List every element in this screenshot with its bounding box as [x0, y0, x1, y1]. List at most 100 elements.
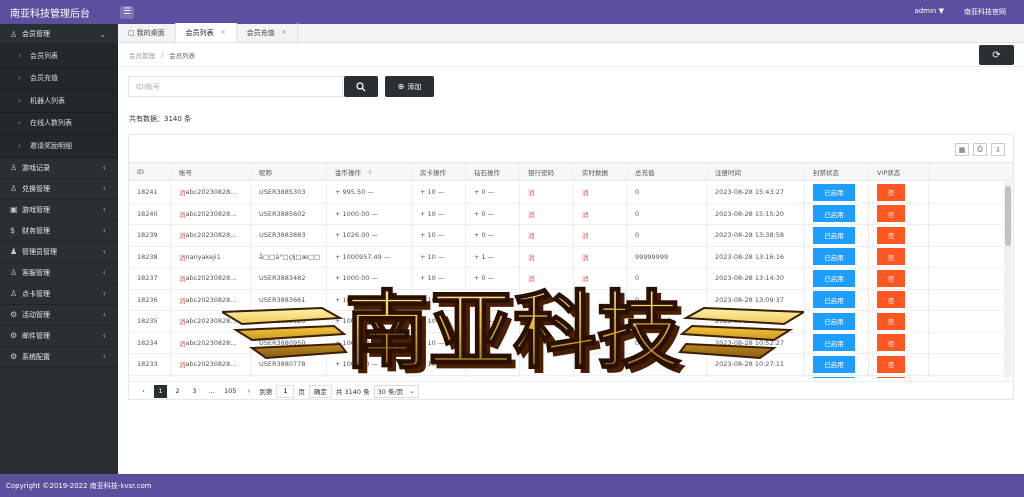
card-adjust[interactable]: + 10 — — [420, 360, 444, 368]
sidebar-group-0[interactable]: ♙ 会员管理 ⌄ — [0, 24, 118, 45]
vip-status-button[interactable]: 否 — [877, 291, 905, 309]
row-account[interactable]: abc20230828... — [186, 274, 237, 282]
tab-2[interactable]: 会员充值 ✕ — [237, 23, 298, 42]
gold-adjust[interactable]: + 1000.00 — — [335, 210, 378, 218]
page-button[interactable]: 3 — [188, 385, 201, 398]
refresh-button[interactable]: ⟳ — [979, 45, 1014, 65]
sidebar-group-3[interactable]: ▣ 游戏管理 ‹ — [0, 200, 118, 221]
vip-status-button[interactable]: 否 — [877, 205, 905, 223]
vip-status-button[interactable]: 否 — [877, 312, 905, 330]
card-adjust[interactable]: + 10 — — [420, 296, 444, 304]
card-adjust[interactable]: + 10 — — [420, 317, 444, 325]
sidebar-item[interactable]: › 在线人数列表 — [0, 112, 118, 135]
add-button[interactable]: ⊕ 添加 — [385, 76, 434, 97]
sidebar-item[interactable]: › 机器人列表 — [0, 90, 118, 113]
table-scrollbar[interactable] — [1004, 182, 1012, 378]
close-icon[interactable]: ✕ — [221, 29, 226, 36]
vip-status-button[interactable]: 否 — [877, 269, 905, 287]
realtime-data-link[interactable]: 消 — [582, 209, 589, 219]
diamond-adjust[interactable]: + 0 — — [474, 339, 494, 347]
search-input[interactable] — [128, 76, 343, 97]
diamond-adjust[interactable]: + 0 — — [474, 210, 494, 218]
sidebar-group-7[interactable]: ♙ 点卡管理 ‹ — [0, 284, 118, 305]
row-account[interactable]: abc20230828... — [186, 210, 237, 218]
ban-status-button[interactable]: 已启用 — [813, 334, 855, 352]
page-button[interactable]: 2 — [171, 385, 184, 398]
ban-status-button[interactable]: 已启用 — [813, 205, 855, 223]
sidebar-item[interactable]: › 会员列表 — [0, 45, 118, 68]
bank-password-link[interactable]: 消 — [528, 252, 535, 262]
gold-adjust[interactable]: + 1000.00 — — [335, 360, 378, 368]
sidebar-group-9[interactable]: ⚙ 邮件管理 ‹ — [0, 326, 118, 347]
realtime-data-link[interactable]: 消 — [582, 359, 589, 369]
print-icon[interactable]: ⎙ — [973, 143, 987, 156]
bank-password-link[interactable]: 消 — [528, 273, 535, 283]
realtime-data-link[interactable]: 消 — [582, 187, 589, 197]
ban-status-button[interactable]: 已启用 — [813, 291, 855, 309]
gold-adjust[interactable]: + 995.50 — — [335, 188, 374, 196]
scrollbar-thumb[interactable] — [1005, 186, 1011, 246]
sidebar-item[interactable]: › 邀请奖励明细 — [0, 135, 118, 158]
realtime-data-link[interactable]: 消 — [582, 338, 589, 348]
close-icon[interactable]: ✕ — [282, 29, 287, 36]
sidebar-group-5[interactable]: ♟ 管理员管理 ‹ — [0, 242, 118, 263]
realtime-data-link[interactable]: 消 — [582, 230, 589, 240]
user-menu[interactable]: admin ▼ — [914, 7, 944, 17]
ban-status-button[interactable]: 已启用 — [813, 226, 855, 244]
card-adjust[interactable]: + 10 — — [420, 274, 444, 282]
row-account[interactable]: abc20230828... — [186, 360, 237, 368]
realtime-data-link[interactable]: 消 — [582, 252, 589, 262]
card-adjust[interactable]: + 10 — — [420, 231, 444, 239]
vip-status-button[interactable]: 否 — [877, 334, 905, 352]
breadcrumb-item[interactable]: 会员管理 — [129, 50, 155, 60]
vip-status-button[interactable]: 否 — [877, 248, 905, 266]
ban-status-button[interactable]: 已启用 — [813, 355, 855, 373]
sidebar-group-1[interactable]: ♙ 游戏记录 ‹ — [0, 158, 118, 179]
gold-adjust[interactable]: + 1000.00 — — [335, 339, 378, 347]
card-adjust[interactable]: + 10 — — [420, 253, 444, 261]
row-account[interactable]: nanyakeji1 — [186, 253, 221, 261]
sidebar-group-2[interactable]: ♙ 兑换管理 ‹ — [0, 179, 118, 200]
site-link[interactable]: 南亚科技官网 — [964, 7, 1006, 17]
bank-password-link[interactable]: 消 — [528, 359, 535, 369]
vip-status-button[interactable]: 否 — [877, 183, 905, 201]
bank-password-link[interactable]: 消 — [528, 209, 535, 219]
tab-1[interactable]: 会员列表 ✕ — [175, 23, 237, 42]
bank-password-link[interactable]: 消 — [528, 338, 535, 348]
gold-adjust[interactable]: + 1000.00 — — [335, 296, 378, 304]
row-account[interactable]: abc20230828... — [186, 231, 237, 239]
export-icon[interactable]: ⇩ — [991, 143, 1005, 156]
search-button[interactable] — [344, 76, 378, 97]
diamond-adjust[interactable]: + 0 — — [474, 274, 494, 282]
vip-status-button[interactable]: 否 — [877, 355, 905, 373]
row-account[interactable]: abc20230828... — [186, 188, 237, 196]
realtime-data-link[interactable]: 消 — [582, 316, 589, 326]
page-button[interactable]: 1 — [154, 384, 167, 398]
sidebar-group-6[interactable]: ♙ 客服管理 ‹ — [0, 263, 118, 284]
row-account[interactable]: abc20230828... — [186, 339, 237, 347]
diamond-adjust[interactable]: + 0 — — [474, 231, 494, 239]
ban-status-button[interactable]: 已启用 — [813, 183, 855, 201]
diamond-adjust[interactable]: + 0 — — [474, 360, 494, 368]
sidebar-group-10[interactable]: ⚙ 系统配置 ‹ — [0, 347, 118, 368]
gold-adjust[interactable]: + 1026.00 — — [335, 231, 378, 239]
hamburger-icon[interactable]: ☰ — [120, 5, 134, 19]
column-filter-icon[interactable]: ▦ — [955, 143, 969, 156]
diamond-adjust[interactable]: + 0 — — [474, 296, 494, 304]
ban-status-button[interactable]: 已启用 — [813, 248, 855, 266]
vip-status-button[interactable]: 否 — [877, 377, 905, 378]
card-adjust[interactable]: + 10 — — [420, 188, 444, 196]
bank-password-link[interactable]: 消 — [528, 316, 535, 326]
diamond-adjust[interactable]: + 0 — — [474, 188, 494, 196]
row-account[interactable]: abc20230828... — [186, 317, 237, 325]
diamond-adjust[interactable]: + 1 — — [474, 253, 494, 261]
next-page-button[interactable]: › — [242, 385, 255, 398]
goto-page-input[interactable] — [276, 384, 295, 398]
bank-password-link[interactable]: 消 — [528, 295, 535, 305]
sidebar-group-4[interactable]: $ 财务管理 ‹ — [0, 221, 118, 242]
card-adjust[interactable]: + 10 — — [420, 339, 444, 347]
tab-0[interactable]: ▢ 我的桌面 — [118, 23, 176, 42]
diamond-adjust[interactable]: + 0 — — [474, 317, 494, 325]
goto-confirm-button[interactable]: 确定 — [308, 384, 332, 398]
ban-status-button[interactable]: 已启用 — [813, 312, 855, 330]
